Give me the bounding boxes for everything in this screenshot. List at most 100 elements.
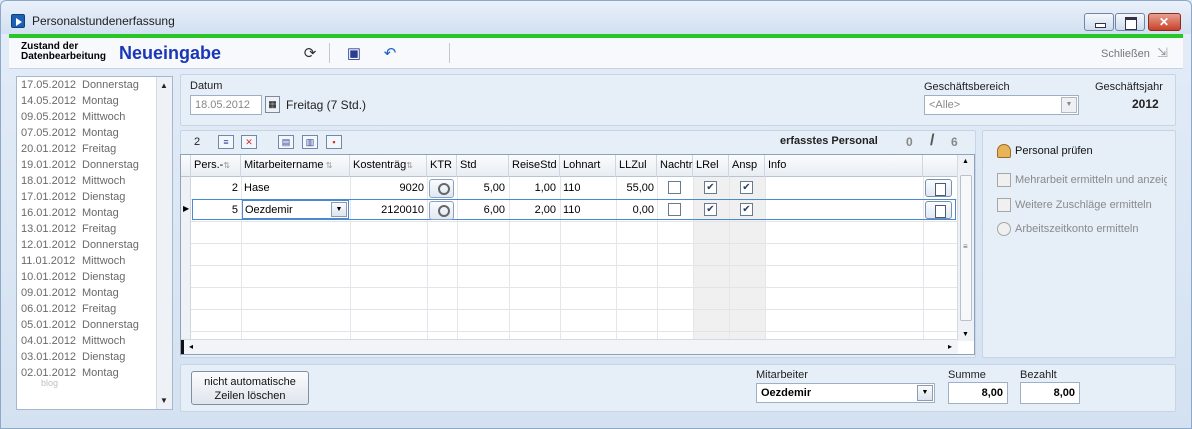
exit-icon[interactable]: ⇲ — [1157, 45, 1168, 61]
row-indicator-column: ▶ — [181, 177, 191, 341]
cell-llzul[interactable]: 55,00 — [616, 182, 654, 194]
grid-horizontal-scrollbar[interactable]: ◂ ▸ — [181, 339, 958, 354]
cell-reisestd[interactable]: 1,00 — [509, 182, 556, 194]
magnifier-icon[interactable] — [429, 201, 454, 220]
document-edit-icon — [997, 198, 1011, 212]
date-list-item[interactable]: 13.01.2012 Freitag — [21, 223, 116, 239]
scroll-up-icon[interactable]: ▲ — [160, 81, 168, 90]
chevron-down-icon[interactable]: ▼ — [1061, 97, 1077, 113]
mehrarbeit-action[interactable]: Mehrarbeit ermitteln und anzeigen — [997, 173, 1167, 191]
mitarbeiter-select[interactable]: Oezdemir ▼ — [756, 383, 935, 403]
nachtr-checkbox[interactable] — [668, 181, 681, 194]
mitarbeiter-label: Mitarbeiter — [756, 369, 808, 381]
scroll-up-icon[interactable]: ▲ — [962, 158, 969, 165]
add-row-icon[interactable]: ≡ — [218, 135, 234, 149]
clear-icon[interactable]: ▪ — [326, 135, 342, 149]
refresh-icon[interactable]: ⟳ — [301, 45, 319, 63]
column-header[interactable]: Info — [765, 155, 923, 177]
column-header[interactable]: Lohnart — [560, 155, 616, 177]
maximize-button[interactable] — [1115, 13, 1145, 31]
current-row-indicator-icon: ▶ — [183, 204, 190, 213]
datum-day: Freitag (7 Std.) — [286, 98, 367, 112]
scroll-thumb[interactable]: ≡ — [960, 175, 972, 321]
lrel-checkbox[interactable]: ✔ — [704, 203, 717, 216]
date-list-item[interactable]: 11.01.2012 Mittwoch — [21, 255, 125, 271]
document-icon[interactable] — [925, 179, 952, 197]
calendar-icon[interactable]: ▦ — [265, 96, 280, 113]
personal-pruefen-action[interactable]: Personal prüfen — [997, 144, 1093, 162]
date-list-item[interactable]: 17.01.2012 Dienstag — [21, 191, 125, 207]
date-list-item[interactable]: 16.01.2012 Montag — [21, 207, 119, 223]
column-header[interactable]: LLZul — [616, 155, 657, 177]
cell-pers[interactable]: 5 — [191, 204, 238, 216]
close-button[interactable]: Schließen — [1101, 48, 1150, 60]
save-icon[interactable]: ▣ — [345, 45, 363, 63]
zuschlaege-action[interactable]: Weitere Zuschläge ermitteln — [997, 198, 1152, 216]
date-list-item[interactable]: 17.05.2012 Donnerstag — [21, 79, 139, 95]
column-header[interactable]: Mitarbeitername ⇅ — [241, 155, 350, 177]
cell-pers[interactable]: 2 — [191, 182, 238, 194]
cell-name: Oezdemir — [245, 204, 293, 216]
date-list[interactable]: 17.05.2012 Donnerstag 14.05.2012 Montag 09.0… — [16, 76, 173, 410]
date-list-scrollbar[interactable]: ▲ ▼ — [156, 77, 172, 409]
cell-kostentraeger[interactable]: 2120010 — [350, 204, 424, 216]
cell-lohnart[interactable]: 110 — [563, 182, 581, 194]
cell-kostentraeger[interactable]: 9020 — [350, 182, 424, 194]
paste-icon[interactable]: ▥ — [302, 135, 318, 149]
hours-grid[interactable]: Pers.-⇅ Mitarbeitername ⇅ Kostenträg⇅ KT… — [180, 154, 975, 355]
date-list-item[interactable]: 12.01.2012 Donnerstag — [21, 239, 139, 255]
name-combobox[interactable]: Oezdemir ▼ — [242, 200, 349, 219]
column-header[interactable]: Pers.-⇅ — [191, 155, 241, 177]
chevron-down-icon[interactable]: ▼ — [331, 202, 347, 217]
date-list-item[interactable]: 09.05.2012 Mittwoch — [21, 111, 125, 127]
column-header[interactable]: KTR — [427, 155, 457, 177]
arbeitszeitkonto-action[interactable]: Arbeitszeitkonto ermitteln — [997, 222, 1139, 240]
minimize-button[interactable] — [1084, 13, 1114, 31]
copy-icon[interactable]: ▤ — [278, 135, 294, 149]
column-header[interactable]: Std — [457, 155, 509, 177]
scroll-left-icon[interactable]: ◂ — [189, 342, 193, 351]
date-list-item[interactable]: 19.01.2012 Donnerstag — [21, 159, 139, 175]
delete-row-icon[interactable]: ✕ — [241, 135, 257, 149]
date-list-item[interactable]: 05.01.2012 Donnerstag — [21, 319, 139, 335]
close-window-button[interactable] — [1148, 13, 1181, 31]
column-header[interactable]: Ansp — [729, 155, 765, 177]
date-list-item[interactable]: 03.01.2012 Dienstag — [21, 351, 125, 367]
bereich-select[interactable]: <Alle> ▼ — [924, 95, 1079, 115]
bereich-label: Geschäftsbereich — [924, 81, 1010, 93]
cell-std[interactable]: 6,00 — [457, 204, 505, 216]
lrel-checkbox[interactable]: ✔ — [704, 181, 717, 194]
document-icon[interactable] — [925, 201, 952, 219]
chevron-down-icon[interactable]: ▼ — [917, 385, 933, 401]
scroll-right-icon[interactable]: ▸ — [948, 342, 952, 351]
date-list-item[interactable]: 20.01.2012 Freitag — [21, 143, 116, 159]
date-list-item[interactable]: 10.01.2012 Dienstag — [21, 271, 125, 287]
date-list-item[interactable]: 14.05.2012 Montag — [21, 95, 119, 111]
date-list-item[interactable]: 06.01.2012 Freitag — [21, 303, 116, 319]
nachtr-checkbox[interactable] — [668, 203, 681, 216]
scroll-down-icon[interactable]: ▼ — [160, 396, 168, 405]
column-header[interactable]: ReiseStd — [509, 155, 560, 177]
undo-icon[interactable]: ↶ — [381, 45, 399, 63]
cell-reisestd[interactable]: 2,00 — [509, 204, 556, 216]
date-list-item[interactable]: 02.01.2012 Montag — [21, 367, 119, 383]
grid-vertical-scrollbar[interactable]: ▲ ≡ ▼ — [957, 155, 974, 341]
scroll-down-icon[interactable]: ▼ — [962, 331, 969, 338]
cell-lohnart[interactable]: 110 — [563, 204, 581, 216]
ansp-checkbox[interactable]: ✔ — [740, 181, 753, 194]
datum-input[interactable]: 18.05.2012 — [190, 95, 262, 115]
date-list-item[interactable]: 07.05.2012 Montag — [21, 127, 119, 143]
cell-llzul[interactable]: 0,00 — [616, 204, 654, 216]
column-header[interactable]: Kostenträg⇅ — [350, 155, 427, 177]
date-list-item[interactable]: 04.01.2012 Mittwoch — [21, 335, 125, 351]
date-list-item[interactable]: 18.01.2012 Mittwoch — [21, 175, 125, 191]
magnifier-icon[interactable] — [429, 179, 454, 198]
cell-std[interactable]: 5,00 — [457, 182, 505, 194]
column-header[interactable]: LRel — [693, 155, 729, 177]
date-list-item[interactable]: 09.01.2012 Montag — [21, 287, 119, 303]
cell-name[interactable]: Hase — [244, 182, 270, 194]
column-header[interactable]: Nachtr — [657, 155, 693, 177]
delete-rows-button[interactable]: nicht automatische Zeilen löschen — [191, 371, 309, 405]
row-indicator-header — [181, 155, 191, 177]
ansp-checkbox[interactable]: ✔ — [740, 203, 753, 216]
